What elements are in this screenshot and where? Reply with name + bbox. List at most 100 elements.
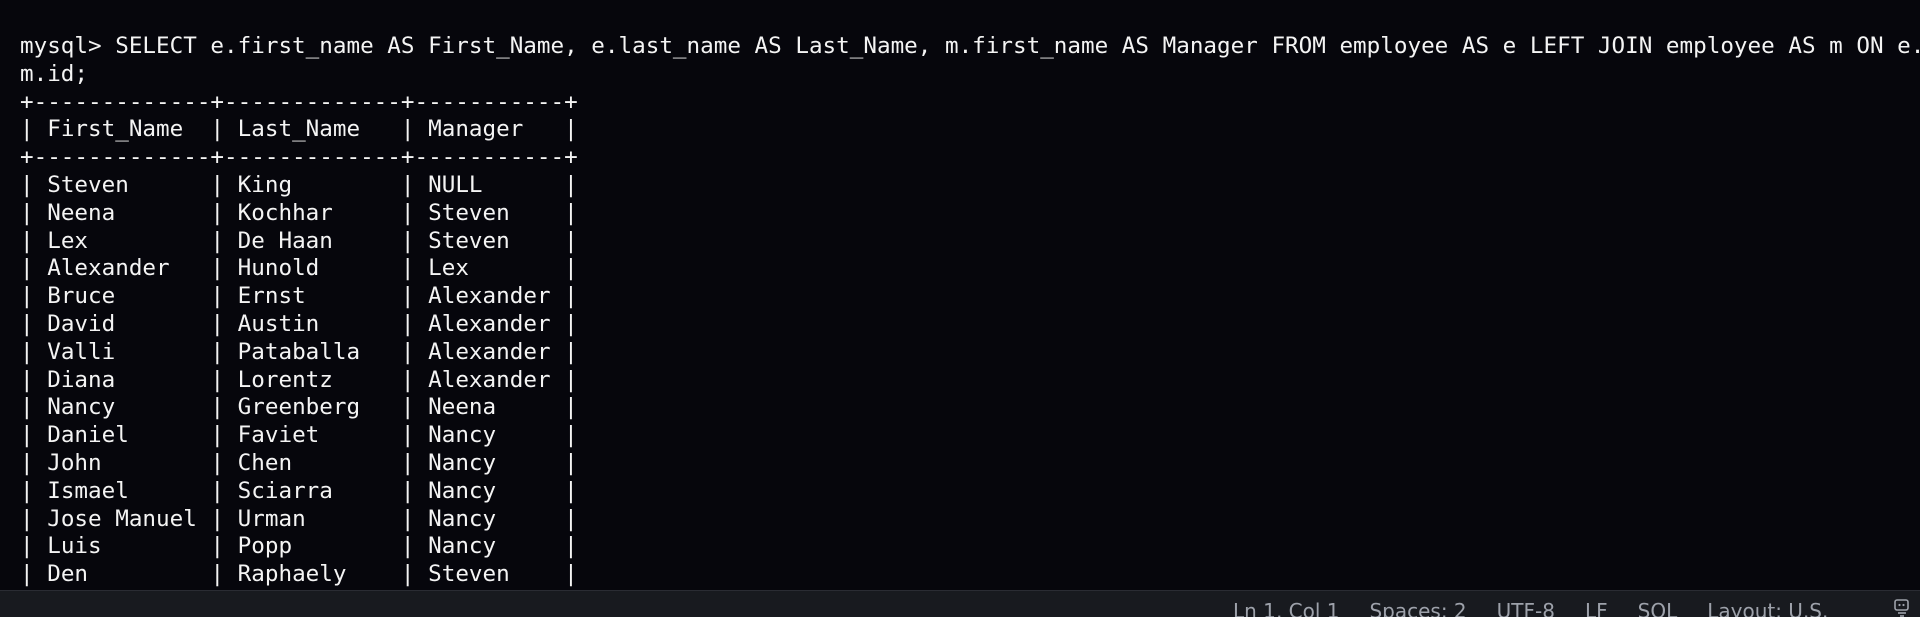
table-cell: Raphaely [237, 561, 347, 588]
table-pipe: | [564, 366, 578, 393]
table-header-row: | First_Name | Last_Name | Manager | [20, 116, 1920, 144]
table-cell: John [47, 449, 102, 476]
table-row: | Ismael | Sciarra | Nancy | [20, 478, 1920, 506]
table-cell: Lorentz [237, 366, 333, 393]
cursor-position[interactable]: Ln 1, Col 1 [1233, 599, 1339, 617]
terminal-output: mysql> SELECT e.first_name AS First_Name… [20, 33, 1920, 589]
table-cell: Neena [428, 394, 497, 421]
table-cell: Greenberg [237, 394, 361, 421]
table-cell: Faviet [237, 422, 320, 449]
table-header-cell: First_Name [47, 116, 184, 143]
table-pipe: | [400, 394, 415, 421]
query-line: mysql> SELECT e.first_name AS First_Name… [20, 33, 1920, 61]
table-pipe: | [400, 422, 415, 449]
table-pipe: | [564, 561, 578, 588]
table-pipe: | [210, 394, 225, 421]
table-row: | Daniel | Faviet | Nancy | [20, 422, 1920, 450]
table-cell: Den [47, 561, 89, 588]
table-cell: David [47, 310, 116, 337]
table-pipe: | [20, 310, 34, 337]
file-encoding[interactable]: UTF-8 [1497, 599, 1555, 617]
table-cell: Luis [47, 533, 102, 560]
table-pipe: | [210, 422, 225, 449]
status-bar: Ln 1, Col 1 Spaces: 2 UTF-8 LF SQL Layou… [0, 590, 1920, 617]
table-row: | Alexander | Hunold | Lex | [20, 255, 1920, 283]
table-pipe: | [564, 199, 578, 226]
table-row: | Luis | Popp | Nancy | [20, 533, 1920, 561]
table-pipe: | [210, 310, 225, 337]
table-cell: Nancy [428, 449, 497, 476]
table-pipe: | [210, 116, 225, 143]
table-pipe: | [20, 533, 34, 560]
table-row: | Diana | Lorentz | Alexander | [20, 367, 1920, 395]
table-pipe: | [210, 199, 225, 226]
table-pipe: | [400, 533, 415, 560]
table-pipe: | [210, 338, 225, 365]
table-row: | David | Austin | Alexander | [20, 311, 1920, 339]
table-cell: Nancy [47, 394, 116, 421]
feedback-icon[interactable] [1893, 598, 1911, 617]
table-pipe: | [564, 227, 578, 254]
query-continuation-line: m.id; [20, 60, 89, 87]
indentation-setting[interactable]: Spaces: 2 [1369, 599, 1466, 617]
table-pipe: | [20, 366, 34, 393]
language-mode[interactable]: SQL [1638, 599, 1678, 617]
table-pipe: | [210, 366, 225, 393]
table-cell: Sciarra [237, 477, 333, 504]
table-pipe: | [564, 255, 578, 282]
table-pipe: | [400, 338, 415, 365]
table-header-cell: Manager [428, 116, 524, 143]
table-row: | Neena | Kochhar | Steven | [20, 200, 1920, 228]
table-cell: Austin [237, 310, 320, 337]
end-of-line-sequence[interactable]: LF [1585, 599, 1608, 617]
table-cell: Kochhar [237, 199, 333, 226]
table-pipe: | [564, 338, 578, 365]
table-pipe: | [20, 255, 34, 282]
table-body: | Steven | King | NULL | | Neena | Kochha… [20, 172, 1920, 589]
table-row: | Bruce | Ernst | Alexander | [20, 283, 1920, 311]
table-pipe: | [20, 338, 34, 365]
feedback-icon-glyph [1894, 599, 1909, 617]
table-pipe: | [400, 477, 415, 504]
table-pipe: | [564, 477, 578, 504]
keyboard-layout[interactable]: Layout: U.S. [1707, 599, 1828, 617]
table-row: | Den | Raphaely | Steven | [20, 561, 1920, 589]
table-pipe: | [400, 366, 415, 393]
table-pipe: | [564, 533, 578, 560]
table-pipe: | [400, 171, 415, 198]
table-pipe: | [210, 449, 225, 476]
table-cell: Bruce [47, 283, 116, 310]
table-pipe: | [210, 227, 225, 254]
table-cell: King [237, 171, 293, 198]
mysql-prompt: mysql> [20, 33, 116, 59]
table-cell: Steven [428, 199, 510, 226]
table-border-top: +-------------+-------------+-----------… [20, 88, 578, 115]
terminal-panel[interactable]: mysql> SELECT e.first_name AS First_Name… [0, 0, 1920, 590]
table-row: | Nancy | Greenberg | Neena | [20, 394, 1920, 422]
table-cell: Jose Manuel [47, 505, 197, 532]
table-cell: Daniel [47, 422, 129, 449]
table-pipe: | [20, 422, 34, 449]
table-cell: Hunold [237, 255, 320, 282]
table-cell: De Haan [237, 227, 333, 254]
table-pipe: | [20, 199, 34, 226]
table-pipe: | [20, 505, 34, 532]
table-pipe: | [400, 116, 415, 143]
table-pipe: | [20, 394, 34, 421]
table-cell: Alexander [47, 255, 170, 282]
table-cell: Nancy [428, 422, 497, 449]
table-pipe: | [210, 533, 225, 560]
table-cell: Lex [428, 255, 469, 282]
table-pipe: | [400, 561, 415, 588]
table-cell: Neena [47, 199, 116, 226]
table-pipe: | [564, 394, 578, 421]
table-cell: Ismael [47, 477, 129, 504]
table-pipe: | [400, 283, 415, 310]
table-pipe: | [210, 477, 225, 504]
table-pipe: | [20, 227, 34, 254]
table-cell: Nancy [428, 505, 497, 532]
table-cell: Alexander [428, 366, 551, 393]
table-cell: Alexander [428, 283, 551, 310]
status-items: Ln 1, Col 1 Spaces: 2 UTF-8 LF SQL Layou… [1233, 598, 1858, 617]
table-cell: Ernst [237, 283, 306, 310]
